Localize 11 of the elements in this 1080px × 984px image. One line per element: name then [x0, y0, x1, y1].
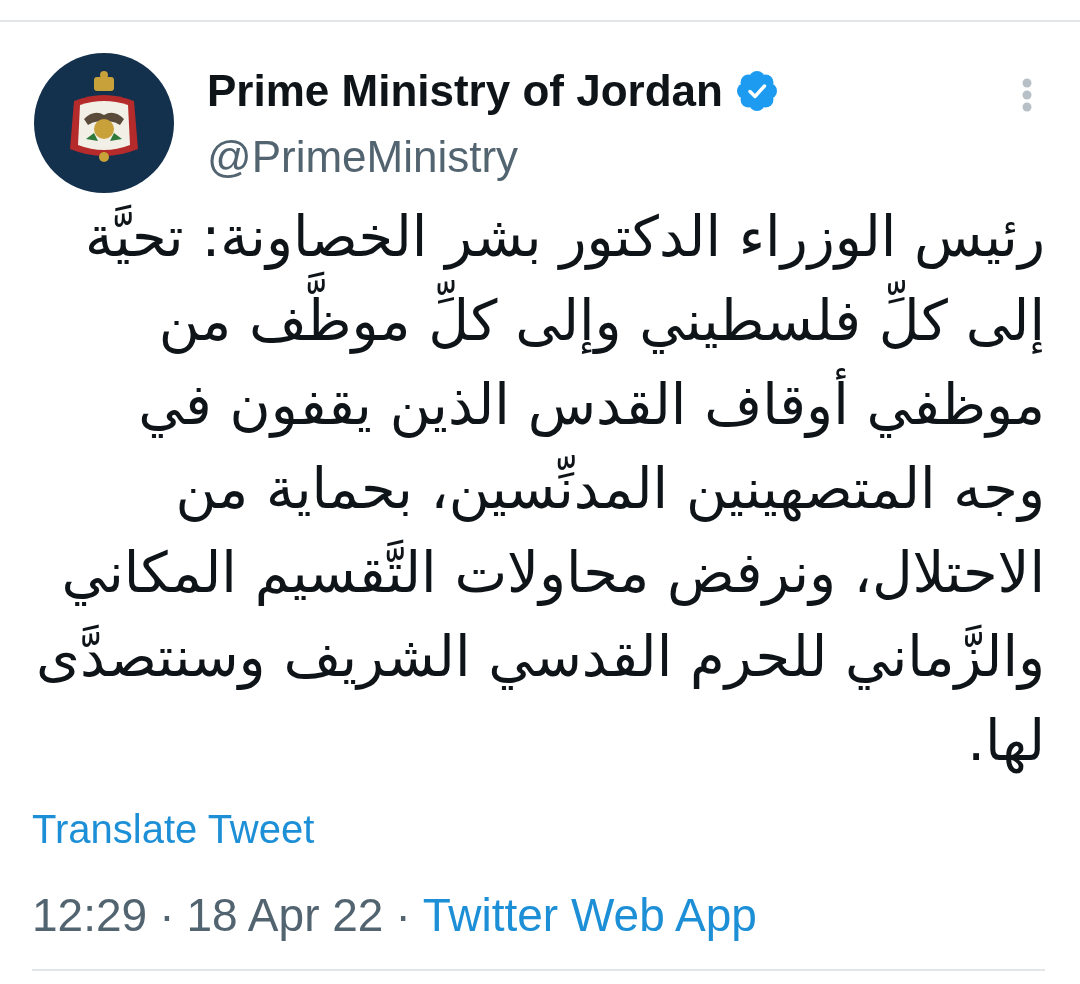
coat-of-arms-icon — [34, 53, 174, 193]
tweet-time: 12:29 — [32, 888, 148, 943]
separator-dot: · — [395, 888, 411, 943]
tweet-text: رئيس الوزراء الدكتور بشر الخصاونة: تحيَّة إلى كلِّ فلسطيني وإلى كلِّ موظَّف من موظفي أوقاف القدس الذين يقفون في وجه المتصهينين المدنِّسين، بحماية من الاحتلال، ونرفض محاولات التَّقسيم المكاني والزَّماني للحرم القدسي الشريف وسنتصدَّى لها. — [35, 203, 1045, 776]
source-link[interactable]: Twitter Web App — [422, 887, 757, 943]
more-options-icon[interactable] — [1020, 78, 1034, 112]
account-handle: @PrimeMinistry — [207, 131, 519, 183]
separator-dot: · — [159, 888, 175, 943]
tweet-date: 18 Apr 22 — [186, 888, 384, 943]
translate-tweet-link[interactable]: Translate Tweet — [32, 805, 315, 853]
account-name: Prime Ministry of Jordan — [207, 65, 723, 117]
